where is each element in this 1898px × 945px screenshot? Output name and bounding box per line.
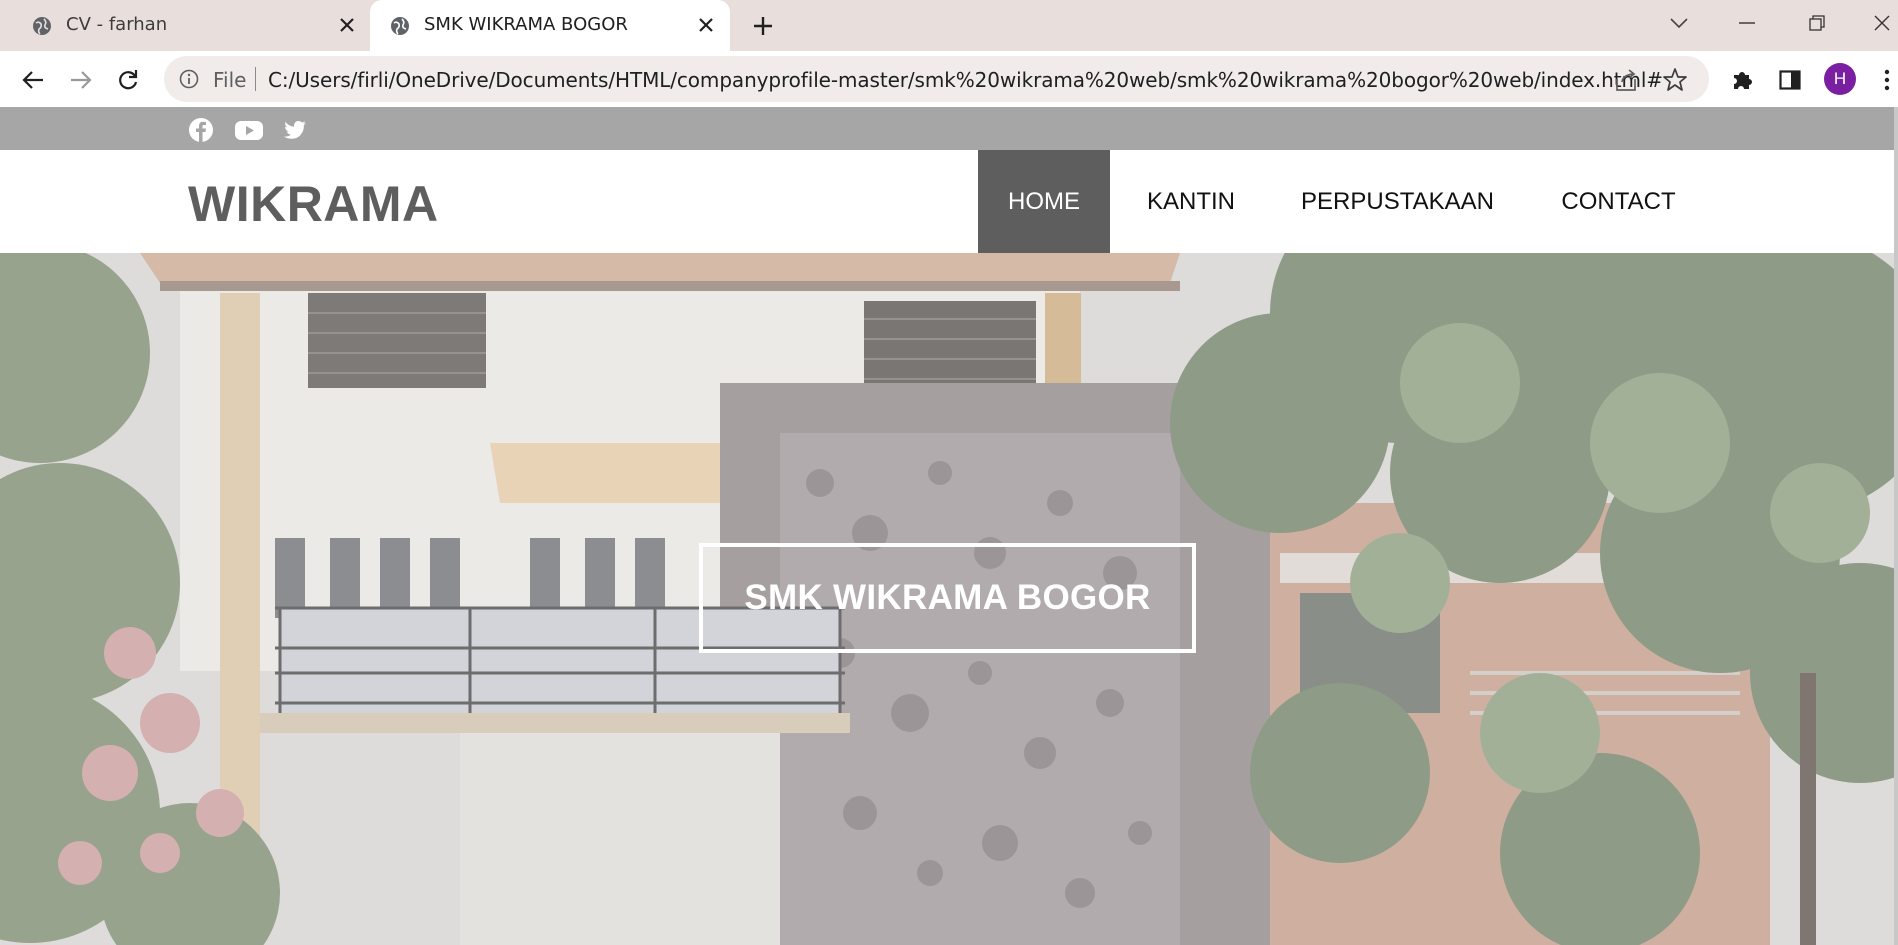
globe-icon [391,17,409,35]
facebook-icon[interactable] [188,117,214,143]
forward-arrow-icon[interactable] [66,65,96,95]
tab-title: SMK WIKRAMA BOGOR [424,14,628,35]
close-window-icon[interactable] [1862,8,1898,38]
back-arrow-icon[interactable] [18,65,48,95]
hero-title: SMK WIKRAMA BOGOR [744,578,1151,617]
tab-search-chevron-down-icon[interactable] [1659,8,1699,38]
extensions-puzzle-icon[interactable] [1727,65,1757,95]
nav-contact[interactable]: CONTACT [1523,150,1714,253]
restore-icon[interactable] [1797,8,1837,38]
twitter-icon[interactable] [282,117,308,143]
browser-toolbar: File C:/Users/firli/OneDrive/Documents/H… [0,51,1898,107]
separator [255,67,256,91]
tab-cv-farhan[interactable]: CV - farhan [0,0,370,51]
youtube-icon[interactable] [234,117,264,143]
minimize-icon[interactable] [1727,8,1767,38]
social-topbar [0,107,1894,150]
hero-title-box: SMK WIKRAMA BOGOR [699,543,1196,653]
address-bar[interactable]: File C:/Users/firli/OneDrive/Documents/H… [164,56,1709,102]
tab-title: CV - farhan [66,14,168,35]
scheme-label: File [213,68,247,92]
share-icon[interactable] [1614,67,1640,93]
info-icon[interactable] [179,69,199,89]
close-icon[interactable] [333,11,361,39]
site-header: WIKRAMA HOME KANTIN PERPUSTAKAAN CONTACT [0,150,1894,253]
new-tab-button[interactable] [748,11,778,41]
reload-icon[interactable] [113,65,143,95]
browser-tab-strip: CV - farhan SMK WIKRAMA BOGOR [0,0,1898,51]
star-icon[interactable] [1662,67,1688,93]
globe-icon [33,17,51,35]
nav-perpustakaan[interactable]: PERPUSTAKAAN [1272,150,1523,253]
profile-avatar[interactable]: H [1824,63,1856,95]
url-text[interactable]: C:/Users/firli/OneDrive/Documents/HTML/c… [268,68,1663,92]
close-icon[interactable] [692,11,720,39]
tab-smk-wikrama[interactable]: SMK WIKRAMA BOGOR [370,0,730,51]
page-scrollbar[interactable] [1894,107,1898,945]
nav-home[interactable]: HOME [978,150,1110,253]
side-panel-icon[interactable] [1775,65,1805,95]
hero-section: SMK WIKRAMA BOGOR [0,253,1894,945]
kebab-menu-icon[interactable] [1872,65,1898,95]
site-logo[interactable]: WIKRAMA [188,175,439,233]
page-viewport: WIKRAMA HOME KANTIN PERPUSTAKAAN CONTACT [0,107,1898,945]
nav-kantin[interactable]: KANTIN [1110,150,1272,253]
